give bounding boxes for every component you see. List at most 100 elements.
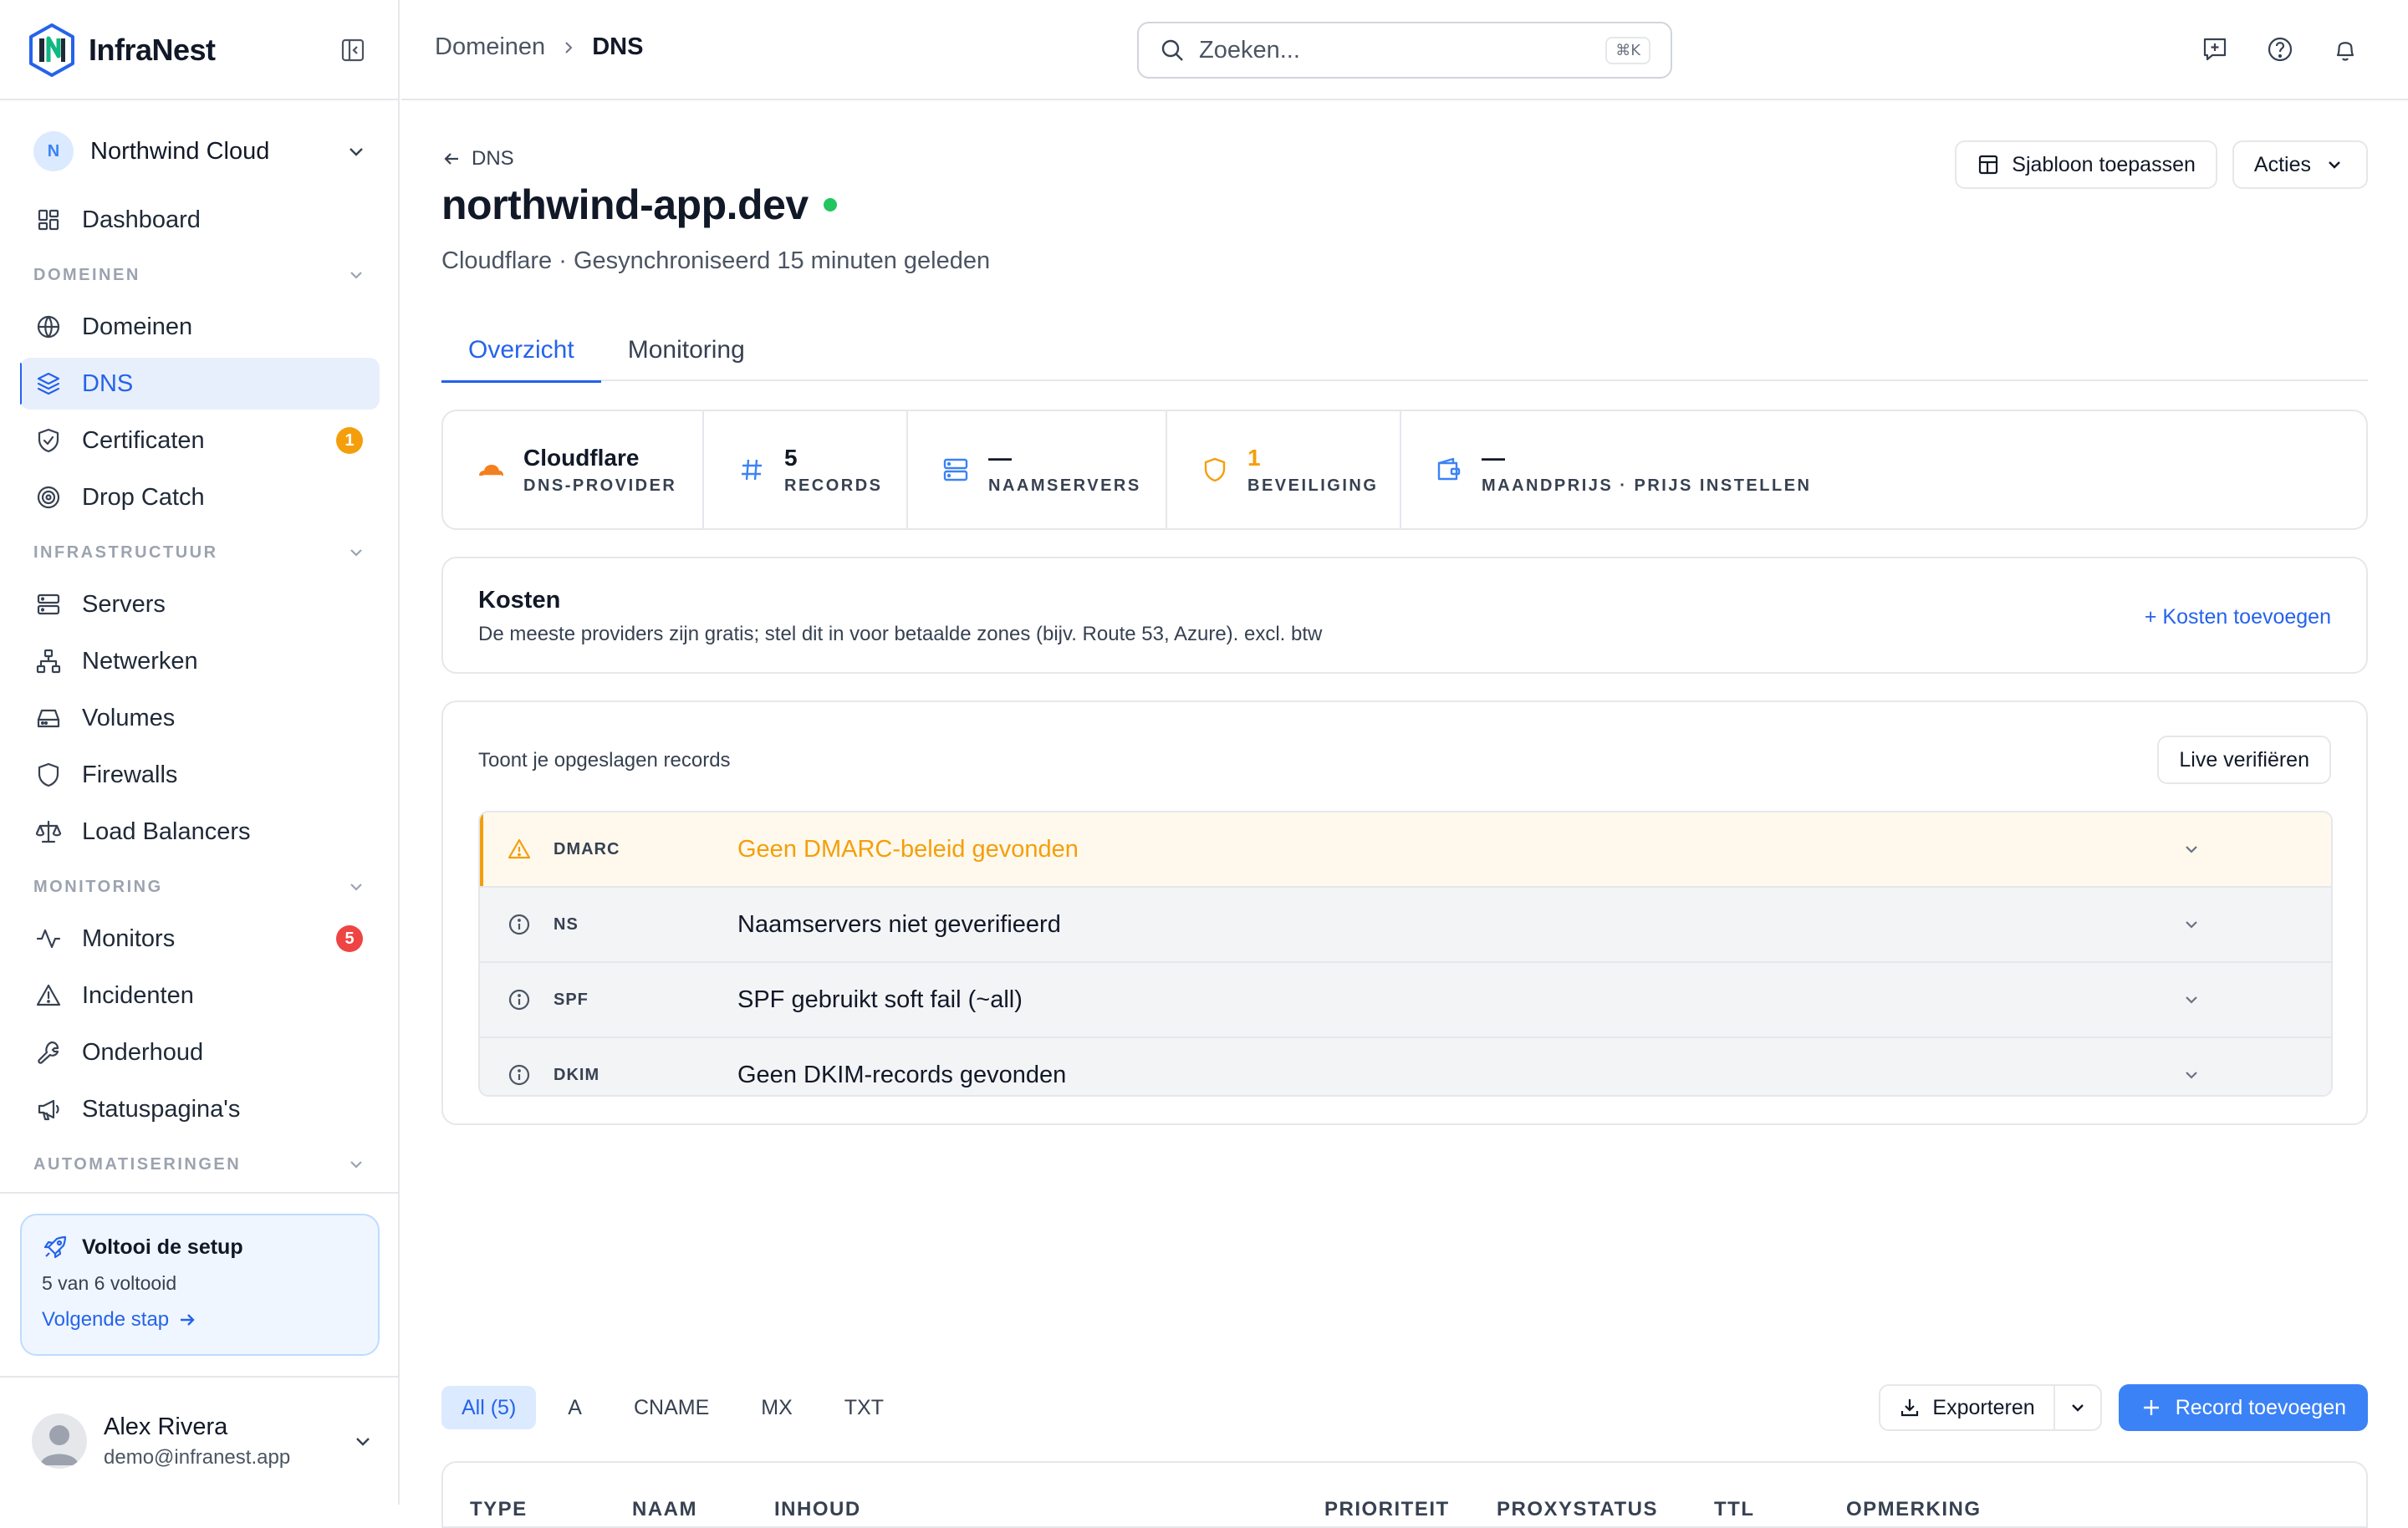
sidebar-item-certificaten[interactable]: Certificaten 1 xyxy=(20,415,380,466)
sidebar-item-label: Incidenten xyxy=(82,981,194,1009)
tab-monitoring[interactable]: Monitoring xyxy=(601,319,772,381)
setup-card[interactable]: Voltooi de setup 5 van 6 voltooid Volgen… xyxy=(20,1214,380,1356)
avatar xyxy=(32,1413,87,1469)
sidebar-item-load-balancers[interactable]: Load Balancers xyxy=(20,806,380,858)
apply-template-label: Sjabloon toepassen xyxy=(2012,152,2196,176)
download-icon xyxy=(1901,1399,1919,1417)
records-actions: Exporteren Record toevoegen xyxy=(1879,1384,2368,1431)
column-header[interactable]: NAAM xyxy=(632,1498,697,1521)
live-verify-button[interactable]: Live verifiëren xyxy=(2157,736,2331,784)
wallet-icon xyxy=(1437,457,1461,481)
setup-next-link[interactable]: Volgende stap xyxy=(42,1308,358,1332)
sidebar-item-incidenten[interactable]: Incidenten xyxy=(20,970,380,1021)
arrow-left-icon xyxy=(444,153,458,165)
feedback-icon[interactable] xyxy=(2201,35,2229,64)
help-icon[interactable] xyxy=(2266,35,2294,64)
search-input[interactable]: Zoeken... ⌘K xyxy=(1137,22,1672,79)
breadcrumb-domeinen[interactable]: Domeinen xyxy=(435,33,545,61)
stat-text: — MAANDPRIJS · PRIJS INSTELLEN xyxy=(1482,445,1811,496)
nav-section-label: DOMEINEN xyxy=(33,265,140,284)
stat-label: NAAMSERVERS xyxy=(988,476,1141,495)
column-header[interactable]: PROXYSTATUS xyxy=(1497,1498,1658,1521)
nav-section-automatiseringen[interactable]: AUTOMATISERINGEN xyxy=(20,1143,380,1185)
chevron-down-icon xyxy=(350,272,362,279)
filter-chip[interactable]: MX xyxy=(741,1386,813,1429)
sidebar-item-label: Monitors xyxy=(82,924,176,952)
stat-value: 5 xyxy=(784,444,798,471)
sidebar-item-label: Load Balancers xyxy=(82,817,251,845)
check-message: Naamservers niet geverifieerd xyxy=(737,910,1061,938)
column-header[interactable]: OPMERKING xyxy=(1846,1498,1982,1521)
dashboard-icon xyxy=(38,209,59,231)
workspace-switcher[interactable]: N Northwind Cloud xyxy=(33,130,368,173)
sidebar-item-domeinen[interactable]: Domeinen xyxy=(20,301,380,353)
filter-chip[interactable]: All (5) xyxy=(441,1386,537,1429)
dns-check-dkim[interactable]: DKIM Geen DKIM-records gevonden xyxy=(480,1038,2331,1095)
chevron-down-icon xyxy=(2186,921,2197,929)
dns-check-dmarc[interactable]: DMARC Geen DMARC-beleid gevonden xyxy=(480,812,2331,888)
filter-chip[interactable]: CNAME xyxy=(614,1386,729,1429)
stat-label: RECORDS xyxy=(784,476,883,495)
sidebar-item-drop-catch[interactable]: Drop Catch xyxy=(20,471,380,523)
add-record-button[interactable]: Record toevoegen xyxy=(2118,1384,2368,1431)
check-code: DKIM xyxy=(554,1065,600,1084)
column-header[interactable]: INHOUD xyxy=(774,1498,861,1521)
dns-check-spf[interactable]: SPF SPF gebruikt soft fail (~all) xyxy=(480,963,2331,1038)
sidebar-collapse-icon[interactable] xyxy=(339,37,366,64)
tab-overzicht[interactable]: Overzicht xyxy=(441,319,601,383)
add-costs-link[interactable]: + Kosten toevoegen xyxy=(2145,605,2331,629)
column-header[interactable]: PRIORITEIT xyxy=(1324,1498,1450,1521)
dns-check-ns[interactable]: NS Naamservers niet geverifieerd xyxy=(480,888,2331,963)
sidebar-item-dashboard[interactable]: Dashboard xyxy=(20,194,380,246)
chevron-down-icon xyxy=(2071,1404,2084,1412)
sidebar-item-volumes[interactable]: Volumes xyxy=(20,692,380,744)
chevron-down-icon xyxy=(356,1438,370,1446)
dns-checks-list: DMARC Geen DMARC-beleid gevonden NS Naamser… xyxy=(478,811,2333,1097)
chevron-down-icon xyxy=(350,549,362,557)
cloudflare-icon xyxy=(479,465,503,476)
user-menu[interactable]: Alex Rivera demo@infranest.app xyxy=(32,1408,375,1475)
nav-section-monitoring[interactable]: MONITORING xyxy=(20,866,380,908)
template-icon xyxy=(1979,155,1998,175)
stat-security: 1 BEVEILIGING xyxy=(1167,411,1401,528)
stat-text: — NAAMSERVERS xyxy=(988,445,1141,496)
breadcrumb: Domeinen DNS xyxy=(435,33,643,61)
back-link[interactable]: DNS xyxy=(441,147,514,171)
setup-title: Voltooi de setup xyxy=(42,1234,358,1261)
apply-template-button[interactable]: Sjabloon toepassen xyxy=(1955,140,2217,189)
stat-monthly-price[interactable]: — MAANDPRIJS · PRIJS INSTELLEN xyxy=(1401,411,2366,528)
filter-chip[interactable]: A xyxy=(548,1386,602,1429)
export-button[interactable]: Exporteren xyxy=(1880,1386,2055,1429)
export-button-group: Exporteren xyxy=(1879,1384,2102,1431)
bell-icon[interactable] xyxy=(2331,35,2360,64)
header-actions: Sjabloon toepassen Acties xyxy=(1955,140,2368,189)
network-icon xyxy=(36,649,61,674)
stat-text: 1 BEVEILIGING xyxy=(1247,445,1378,496)
sidebar-item-statuspagina-s[interactable]: Statuspagina's xyxy=(20,1083,380,1135)
globe-icon xyxy=(37,315,60,339)
sidebar-item-dns[interactable]: DNS xyxy=(20,358,380,410)
filter-chip[interactable]: TXT xyxy=(824,1386,904,1429)
nav-section-infrastructuur[interactable]: INFRASTRUCTUUR xyxy=(20,532,380,573)
sidebar-item-servers[interactable]: Servers xyxy=(20,578,380,630)
sidebar-item-onderhoud[interactable]: Onderhoud xyxy=(20,1026,380,1078)
topbar-actions xyxy=(2201,35,2360,64)
nav-section-domeinen[interactable]: DOMEINEN xyxy=(20,254,380,296)
column-header[interactable]: TYPE xyxy=(470,1498,528,1521)
back-label: DNS xyxy=(472,147,514,170)
main-content: DNS northwind-app.dev Cloudflare · Gesyn… xyxy=(441,100,2368,1528)
scale-icon xyxy=(35,820,62,843)
add-record-label: Record toevoegen xyxy=(2175,1395,2346,1419)
records-toolbar: All (5) A CNAME MX TXT Exporteren Record toe… xyxy=(441,1384,2368,1434)
brand[interactable]: InfraNest xyxy=(27,22,216,79)
actions-label: Acties xyxy=(2253,152,2311,176)
actions-dropdown[interactable]: Acties xyxy=(2232,140,2368,189)
sidebar-item-netwerken[interactable]: Netwerken xyxy=(20,635,380,687)
records-label: Toont je opgeslagen records xyxy=(478,749,731,772)
server-icon xyxy=(943,458,968,481)
sidebar-item-monitors[interactable]: Monitors 5 xyxy=(20,913,380,965)
column-header[interactable]: TTL xyxy=(1714,1498,1754,1521)
page-subtitle: Cloudflare · Gesynchroniseerd 15 minuten… xyxy=(441,247,991,274)
export-dropdown[interactable] xyxy=(2055,1386,2100,1429)
sidebar-item-firewalls[interactable]: Firewalls xyxy=(20,749,380,801)
